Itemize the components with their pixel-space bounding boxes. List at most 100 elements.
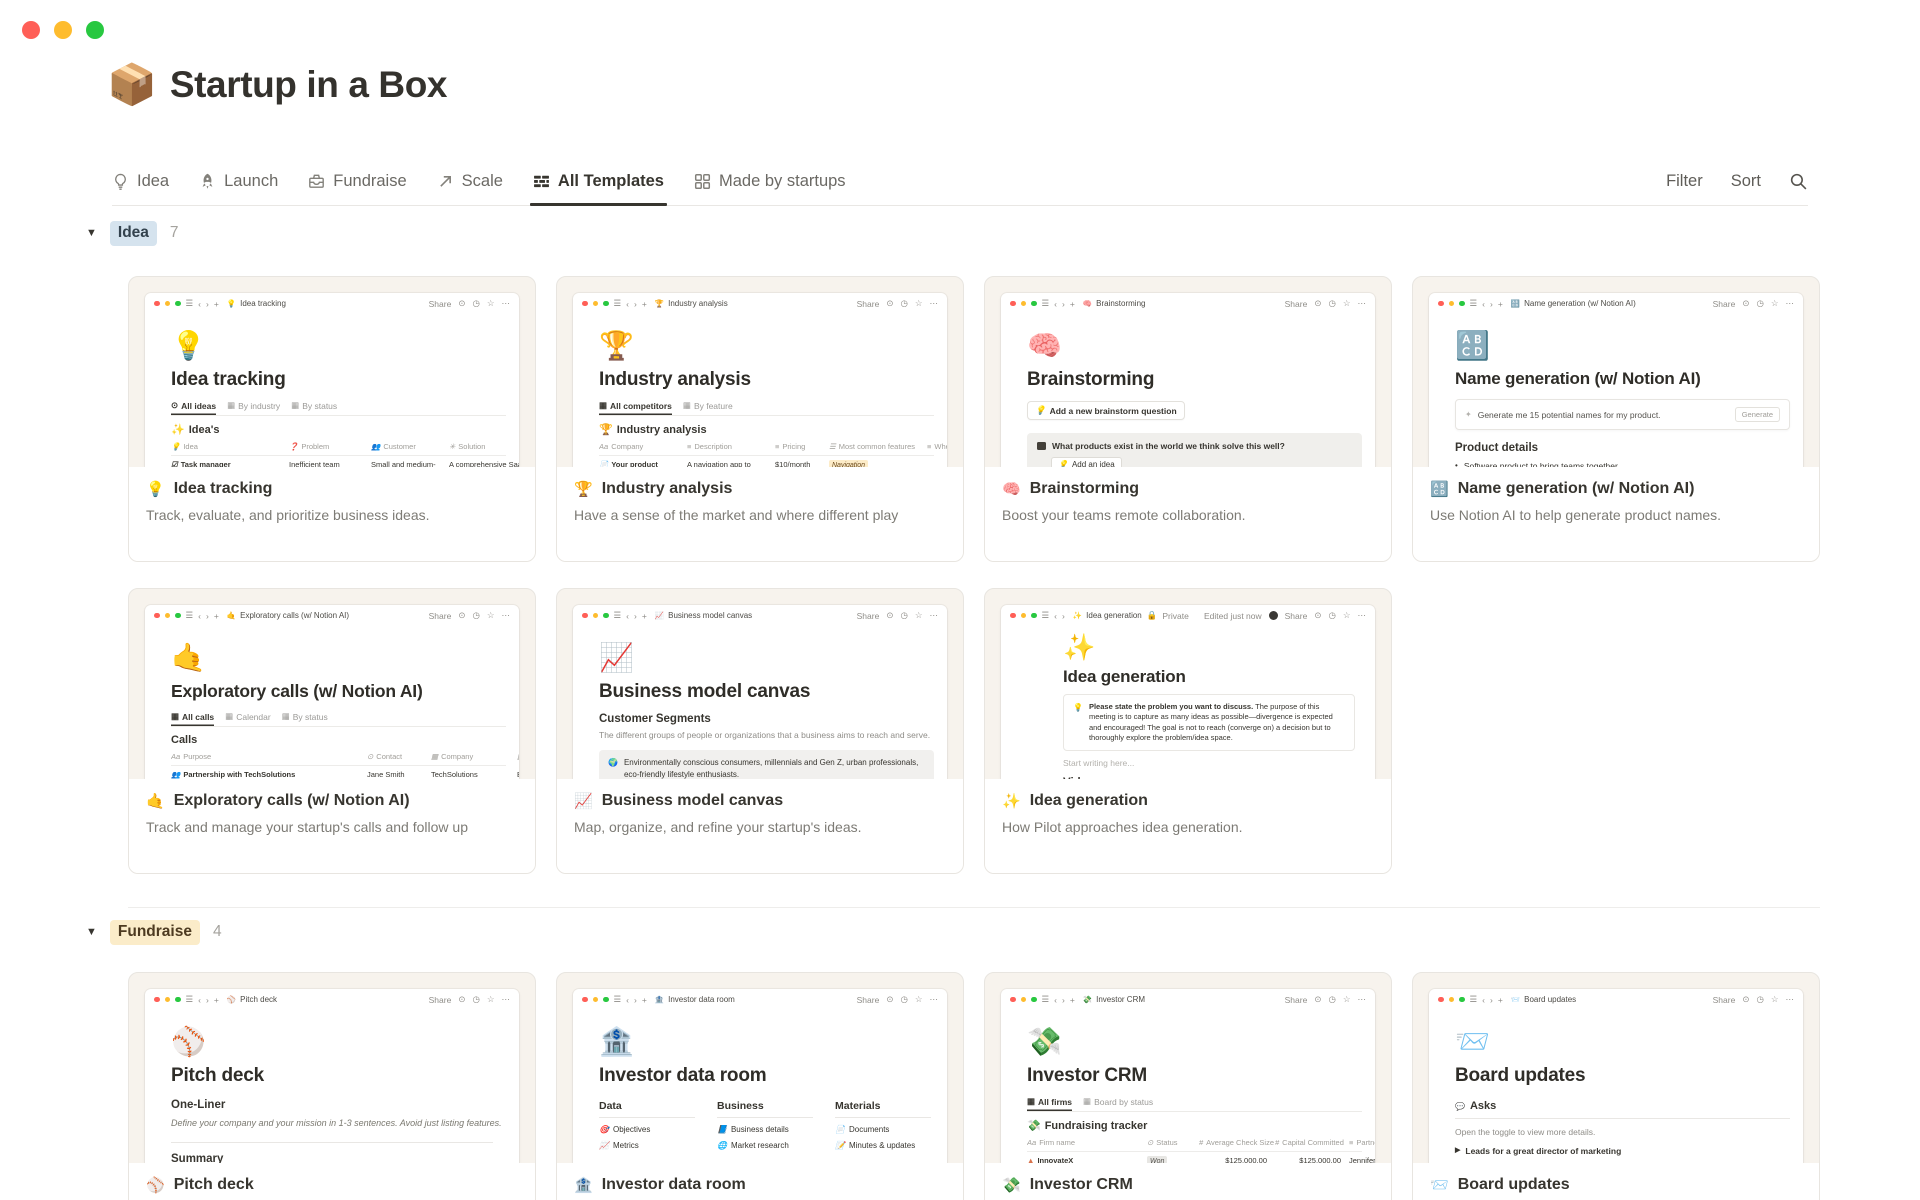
card-title: Investor data room bbox=[601, 1176, 746, 1193]
view-icon: ⊙ bbox=[171, 400, 179, 410]
filter-button[interactable]: Filter bbox=[1666, 172, 1703, 191]
tab-all-templates[interactable]: All Templates bbox=[529, 158, 668, 206]
card-emoji-icon: 💸 bbox=[1002, 1177, 1021, 1194]
mini-zoom-icon bbox=[175, 300, 181, 307]
section-badge-idea[interactable]: Idea bbox=[109, 221, 157, 246]
zoom-window-button[interactable] bbox=[86, 21, 104, 39]
close-window-button[interactable] bbox=[22, 21, 40, 39]
forward-icon: › bbox=[633, 610, 637, 621]
template-card-idea-generation[interactable]: ☰ ‹ › ✨ Idea generation 🔒 Private Edited jus… bbox=[984, 588, 1392, 874]
preview-table-row: ☑Task manager Inefficient team collabora… bbox=[171, 455, 519, 467]
section-count-idea: 7 bbox=[169, 224, 179, 242]
template-card-business-model-canvas[interactable]: ☰ ‹ › + 📈 Business model canvas Share ⊙ ◷ ☆ ⋯ 📈 … bbox=[556, 588, 964, 874]
more-icon: ⋯ bbox=[929, 994, 939, 1004]
tab-fundraise[interactable]: Fundraise bbox=[308, 158, 407, 205]
menu-icon: ☰ bbox=[1041, 610, 1050, 620]
view-icon: ▦ bbox=[281, 711, 290, 721]
preview-page-title: Exploratory calls (w/ Notion AI) bbox=[171, 681, 423, 701]
section-header-fundraise: ▼ Fundraise 4 bbox=[86, 920, 222, 945]
more-icon: ⋯ bbox=[1357, 298, 1367, 308]
tab-scale[interactable]: Scale bbox=[437, 158, 503, 205]
card-preview: ☰ ‹ › + 📈 Business model canvas Share ⊙ ◷ ☆ ⋯ 📈 … bbox=[557, 589, 963, 779]
preview-page-emoji: 📈 bbox=[599, 642, 634, 673]
callout-block: 🌍 Environmentally conscious consumers, m… bbox=[599, 750, 934, 779]
preview-page-title: Idea generation bbox=[1063, 667, 1186, 686]
collapse-toggle-icon[interactable]: ▼ bbox=[86, 926, 97, 938]
ai-prompt-row: ✦ Generate me 15 potential names for my … bbox=[1455, 399, 1790, 430]
history-icon: ◷ bbox=[1756, 298, 1764, 308]
preview-heading: Summary bbox=[171, 1152, 224, 1163]
menu-icon: ☰ bbox=[1469, 994, 1478, 1004]
template-card-pitch-deck[interactable]: ☰ ‹ › + ⚾ Pitch deck Share ⊙ ◷ ☆ ⋯ ⚾ Pitch deck … bbox=[128, 972, 536, 1200]
preview-table-row: 📄Your product A navigation app to help y… bbox=[599, 455, 934, 467]
comment-icon: ⊙ bbox=[886, 610, 894, 620]
template-card-name-generation[interactable]: ☰ ‹ › + 🔠 Name generation (w/ Notion AI) Sha… bbox=[1412, 276, 1820, 562]
view-icon: ▦ bbox=[291, 400, 300, 410]
tab-idea[interactable]: Idea bbox=[112, 158, 169, 205]
preview-table-row: ▲ InnovateX Won $125,000.00 $125,000.00 J… bbox=[1027, 1151, 1375, 1163]
minimize-window-button[interactable] bbox=[54, 21, 72, 39]
template-card-investor-data-room[interactable]: ☰ ‹ › + 🏦 Investor data room Share ⊙ ◷ ☆ ⋯ 🏦 Inv… bbox=[556, 972, 964, 1200]
ai-icon: ✦ bbox=[1465, 410, 1472, 419]
preview-heading: Customer Segments bbox=[599, 713, 711, 725]
four-squares-icon bbox=[694, 173, 711, 190]
tab-launch[interactable]: Launch bbox=[199, 158, 278, 205]
preview-page-emoji: 💡 bbox=[171, 330, 206, 361]
collapse-toggle-icon[interactable]: ▼ bbox=[86, 227, 97, 239]
history-icon: ◷ bbox=[472, 610, 480, 620]
mini-window-titlebar: ☰ ‹ › + 🏦 Investor data room Share ⊙ ◷ ☆ ⋯ bbox=[573, 989, 947, 1010]
sort-button[interactable]: Sort bbox=[1731, 172, 1761, 191]
tab-made-by-startups[interactable]: Made by startups bbox=[694, 158, 846, 205]
card-emoji-icon: 🔠 bbox=[1430, 481, 1449, 498]
comment-icon: ⊙ bbox=[1314, 298, 1322, 308]
preview-page-emoji: 🏦 bbox=[599, 1026, 634, 1057]
star-icon: ☆ bbox=[1342, 610, 1351, 620]
history-icon: ◷ bbox=[900, 994, 908, 1004]
history-icon: ◷ bbox=[1756, 994, 1764, 1004]
comment-icon: ⊙ bbox=[458, 610, 466, 620]
star-icon: ☆ bbox=[486, 994, 495, 1004]
search-icon[interactable] bbox=[1789, 172, 1808, 191]
preview-view-tabs: ▦ All competitors ▦ By feature bbox=[599, 400, 934, 416]
preview-table-header: Aa Firm name ⊙ Status # Average Check Size … bbox=[1027, 1138, 1375, 1147]
star-icon: ☆ bbox=[914, 298, 923, 308]
menu-icon: ☰ bbox=[185, 298, 194, 308]
preview-table-row: 👥 Partnership with TechSolutions Jane Smi… bbox=[171, 765, 519, 779]
card-title: Exploratory calls (w/ Notion AI) bbox=[173, 792, 410, 809]
card-preview: ☰ ‹ › + 💡 Idea tracking Share ⊙ ◷ ☆ ⋯ 💡 Idea tra… bbox=[129, 277, 535, 467]
comment-icon: ⊙ bbox=[1314, 610, 1322, 620]
star-icon: ☆ bbox=[1342, 994, 1351, 1004]
new-tab-icon: + bbox=[641, 298, 647, 309]
mini-window: ☰ ‹ › + 🧠 Brainstorming Share ⊙ ◷ ☆ ⋯ 🧠 Brainsto… bbox=[1001, 293, 1375, 467]
section-badge-fundraise[interactable]: Fundraise bbox=[109, 920, 200, 945]
card-footer: 🔠 Name generation (w/ Notion AI) Use Noti… bbox=[1413, 467, 1819, 561]
template-card-industry-analysis[interactable]: ☰ ‹ › + 🏆 Industry analysis Share ⊙ ◷ ☆ ⋯ 🏆 Indu… bbox=[556, 276, 964, 562]
window-controls bbox=[22, 21, 104, 39]
preview-page-title: Industry analysis bbox=[599, 369, 751, 390]
more-icon: ⋯ bbox=[501, 610, 511, 620]
arrow-up-right-icon bbox=[439, 176, 451, 187]
card-footer: 🏆 Industry analysis Have a sense of the m… bbox=[557, 467, 963, 561]
star-icon: ☆ bbox=[486, 610, 495, 620]
forward-icon: › bbox=[633, 298, 637, 309]
back-icon: ‹ bbox=[1054, 298, 1057, 309]
comment-icon: ⊙ bbox=[1742, 994, 1750, 1004]
template-card-investor-crm[interactable]: ☰ ‹ › + 💸 Investor CRM Share ⊙ ◷ ☆ ⋯ 💸 Investor … bbox=[984, 972, 1392, 1200]
template-card-exploratory-calls[interactable]: ☰ ‹ › + 🤙 Exploratory calls (w/ Notion AI) S… bbox=[128, 588, 536, 874]
add-question-button: 💡 Add a new brainstorm question bbox=[1027, 401, 1185, 420]
brainstorm-question-block: What products exist in the world we thin… bbox=[1027, 433, 1362, 467]
card-emoji-icon: 📈 bbox=[574, 793, 593, 810]
template-card-board-updates[interactable]: ☰ ‹ › + 📨 Board updates Share ⊙ ◷ ☆ ⋯ 📨 Board up… bbox=[1412, 972, 1820, 1200]
template-card-brainstorming[interactable]: ☰ ‹ › + 🧠 Brainstorming Share ⊙ ◷ ☆ ⋯ 🧠 Brainsto… bbox=[984, 276, 1392, 562]
comment-icon: ⊙ bbox=[458, 298, 466, 308]
template-card-idea-tracking[interactable]: ☰ ‹ › + 💡 Idea tracking Share ⊙ ◷ ☆ ⋯ 💡 Idea tra… bbox=[128, 276, 536, 562]
menu-icon: ☰ bbox=[613, 994, 622, 1004]
avatar bbox=[1268, 611, 1278, 620]
view-icon: ▦ bbox=[682, 400, 691, 410]
placeholder-text: Start writing here... bbox=[1063, 758, 1135, 769]
status-tag: Won bbox=[1147, 1156, 1168, 1163]
card-footer: 💡 Idea tracking Track, evaluate, and prio… bbox=[129, 467, 535, 561]
history-icon: ◷ bbox=[900, 298, 908, 308]
star-icon: ☆ bbox=[914, 610, 923, 620]
new-tab-icon: + bbox=[213, 994, 219, 1005]
